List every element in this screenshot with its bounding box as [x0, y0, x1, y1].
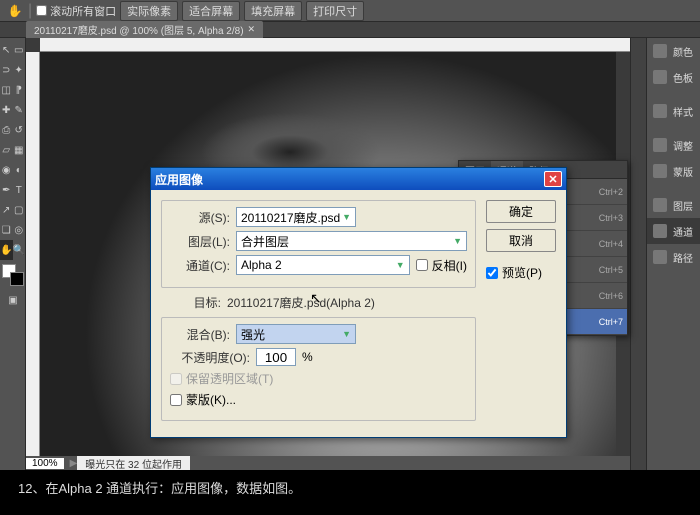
panel-paths[interactable]: 路径 — [647, 244, 700, 270]
channel-select[interactable]: Alpha 2▼ — [236, 255, 410, 275]
opacity-unit: % — [302, 350, 313, 364]
blend-group: 混合(B): 强光▼ 不透明度(O): % 保留透明区域(T) 蒙版(K)... — [161, 317, 476, 421]
stamp-tool[interactable]: ⎙ — [0, 120, 13, 140]
panel-masks[interactable]: 蒙版 — [647, 158, 700, 184]
panel-styles[interactable]: 样式 — [647, 98, 700, 124]
channel-label: 通道(C): — [170, 257, 230, 274]
actual-pixels-button[interactable]: 实际像素 — [120, 1, 178, 21]
panel-adjust[interactable]: 调整 — [647, 132, 700, 158]
color-swatches[interactable] — [2, 264, 24, 286]
wand-tool[interactable]: ✦ — [13, 60, 26, 80]
paths-icon — [653, 250, 667, 264]
toolbox: ↖▭ ⊃✦ ◫⁋ ✚✎ ⎙↺ ▱▦ ◉◐ ✒T ↗▢ ❏◎ ✋🔍 ▣ — [0, 38, 26, 470]
panel-color[interactable]: 颜色 — [647, 38, 700, 64]
gradient-tool[interactable]: ▦ — [13, 140, 26, 160]
mask-checkbox[interactable]: 蒙版(K)... — [170, 391, 236, 408]
hand-tool-icon: ✋ — [6, 2, 24, 20]
background-swatch[interactable] — [10, 272, 24, 286]
zoom-level[interactable]: 100% — [26, 458, 64, 469]
preview-checkbox[interactable]: 预览(P) — [486, 264, 556, 281]
target-value: 20110217磨皮.psd(Alpha 2) — [227, 294, 375, 311]
apply-image-dialog: 应用图像 ✕ 源(S): 20110217磨皮.psd▼ 图层(L): 合并图层… — [150, 167, 567, 438]
hand-tool[interactable]: ✋ — [0, 240, 13, 260]
opacity-input[interactable] — [256, 348, 296, 366]
zoom-tool[interactable]: 🔍 — [13, 240, 26, 260]
ok-button[interactable]: 确定 — [486, 200, 556, 223]
lasso-tool[interactable]: ⊃ — [0, 60, 13, 80]
close-button[interactable]: ✕ — [544, 171, 562, 187]
opacity-label: 不透明度(O): — [170, 349, 250, 366]
source-select[interactable]: 20110217磨皮.psd▼ — [236, 207, 356, 227]
right-panel: 颜色 色板 样式 调整 蒙版 图层 通道 路径 — [646, 38, 700, 470]
pen-tool[interactable]: ✒ — [0, 180, 13, 200]
status-bar: 100% ▶ 曝光只在 32 位起作用 — [26, 456, 630, 470]
eyedropper-tool[interactable]: ⁋ — [13, 80, 26, 100]
dialog-titlebar[interactable]: 应用图像 ✕ — [151, 168, 566, 190]
dodge-tool[interactable]: ◐ — [13, 160, 26, 180]
blend-select[interactable]: 强光▼ — [236, 324, 356, 344]
source-group: 源(S): 20110217磨皮.psd▼ 图层(L): 合并图层▼ 通道(C)… — [161, 200, 476, 288]
brush-tool[interactable]: ✎ — [13, 100, 26, 120]
fit-screen-button[interactable]: 适合屏幕 — [182, 1, 240, 21]
ruler-vertical[interactable] — [26, 52, 40, 456]
quickmask-toggle[interactable]: ▣ — [0, 290, 26, 310]
chevron-down-icon: ▼ — [453, 236, 462, 246]
preserve-checkbox: 保留透明区域(T) — [170, 370, 273, 387]
styles-icon — [653, 104, 667, 118]
source-label: 源(S): — [170, 209, 230, 226]
fill-screen-button[interactable]: 填充屏幕 — [244, 1, 302, 21]
dock-strip — [630, 38, 646, 470]
3d-tool[interactable]: ❏ — [0, 220, 13, 240]
path-tool[interactable]: ↗ — [0, 200, 13, 220]
blend-label: 混合(B): — [170, 326, 230, 343]
chevron-down-icon: ▼ — [396, 260, 405, 270]
marquee-tool[interactable]: ▭ — [13, 40, 26, 60]
layer-label: 图层(L): — [170, 233, 230, 250]
close-icon[interactable]: ✕ — [248, 24, 256, 35]
document-tab[interactable]: 20110217磨皮.psd @ 100% (图层 5, Alpha 2/8)✕ — [26, 21, 263, 38]
layers-icon — [653, 198, 667, 212]
color-icon — [653, 44, 667, 58]
channels-icon — [653, 224, 667, 238]
ruler-horizontal[interactable] — [40, 38, 630, 52]
options-bar: ✋ | 滚动所有窗口 实际像素 适合屏幕 填充屏幕 打印尺寸 — [0, 0, 700, 22]
adjust-icon — [653, 138, 667, 152]
type-tool[interactable]: T — [13, 180, 26, 200]
shape-tool[interactable]: ▢ — [13, 200, 26, 220]
scroll-all-checkbox[interactable]: 滚动所有窗口 — [36, 3, 116, 19]
crop-tool[interactable]: ◫ — [0, 80, 13, 100]
document-tabbar: 20110217磨皮.psd @ 100% (图层 5, Alpha 2/8)✕ — [0, 22, 700, 38]
eraser-tool[interactable]: ▱ — [0, 140, 13, 160]
target-label: 目标: — [161, 294, 221, 311]
move-tool[interactable]: ↖ — [0, 40, 13, 60]
cancel-button[interactable]: 取消 — [486, 229, 556, 252]
heal-tool[interactable]: ✚ — [0, 100, 13, 120]
chevron-down-icon: ▼ — [342, 212, 351, 222]
chevron-down-icon: ▼ — [342, 329, 351, 339]
blur-tool[interactable]: ◉ — [0, 160, 13, 180]
swatches-icon — [653, 70, 667, 84]
status-text: 曝光只在 32 位起作用 — [77, 456, 190, 471]
tutorial-caption: 12、在Alpha 2 通道执行：应用图像，数据如图。 — [18, 478, 301, 497]
panel-layers[interactable]: 图层 — [647, 192, 700, 218]
invert-checkbox[interactable]: 反相(I) — [416, 257, 467, 274]
masks-icon — [653, 164, 667, 178]
print-size-button[interactable]: 打印尺寸 — [306, 1, 364, 21]
3d-camera-tool[interactable]: ◎ — [13, 220, 26, 240]
panel-swatches[interactable]: 色板 — [647, 64, 700, 90]
layer-select[interactable]: 合并图层▼ — [236, 231, 467, 251]
panel-channels[interactable]: 通道 — [647, 218, 700, 244]
history-brush-tool[interactable]: ↺ — [13, 120, 26, 140]
divider: | — [28, 2, 32, 20]
